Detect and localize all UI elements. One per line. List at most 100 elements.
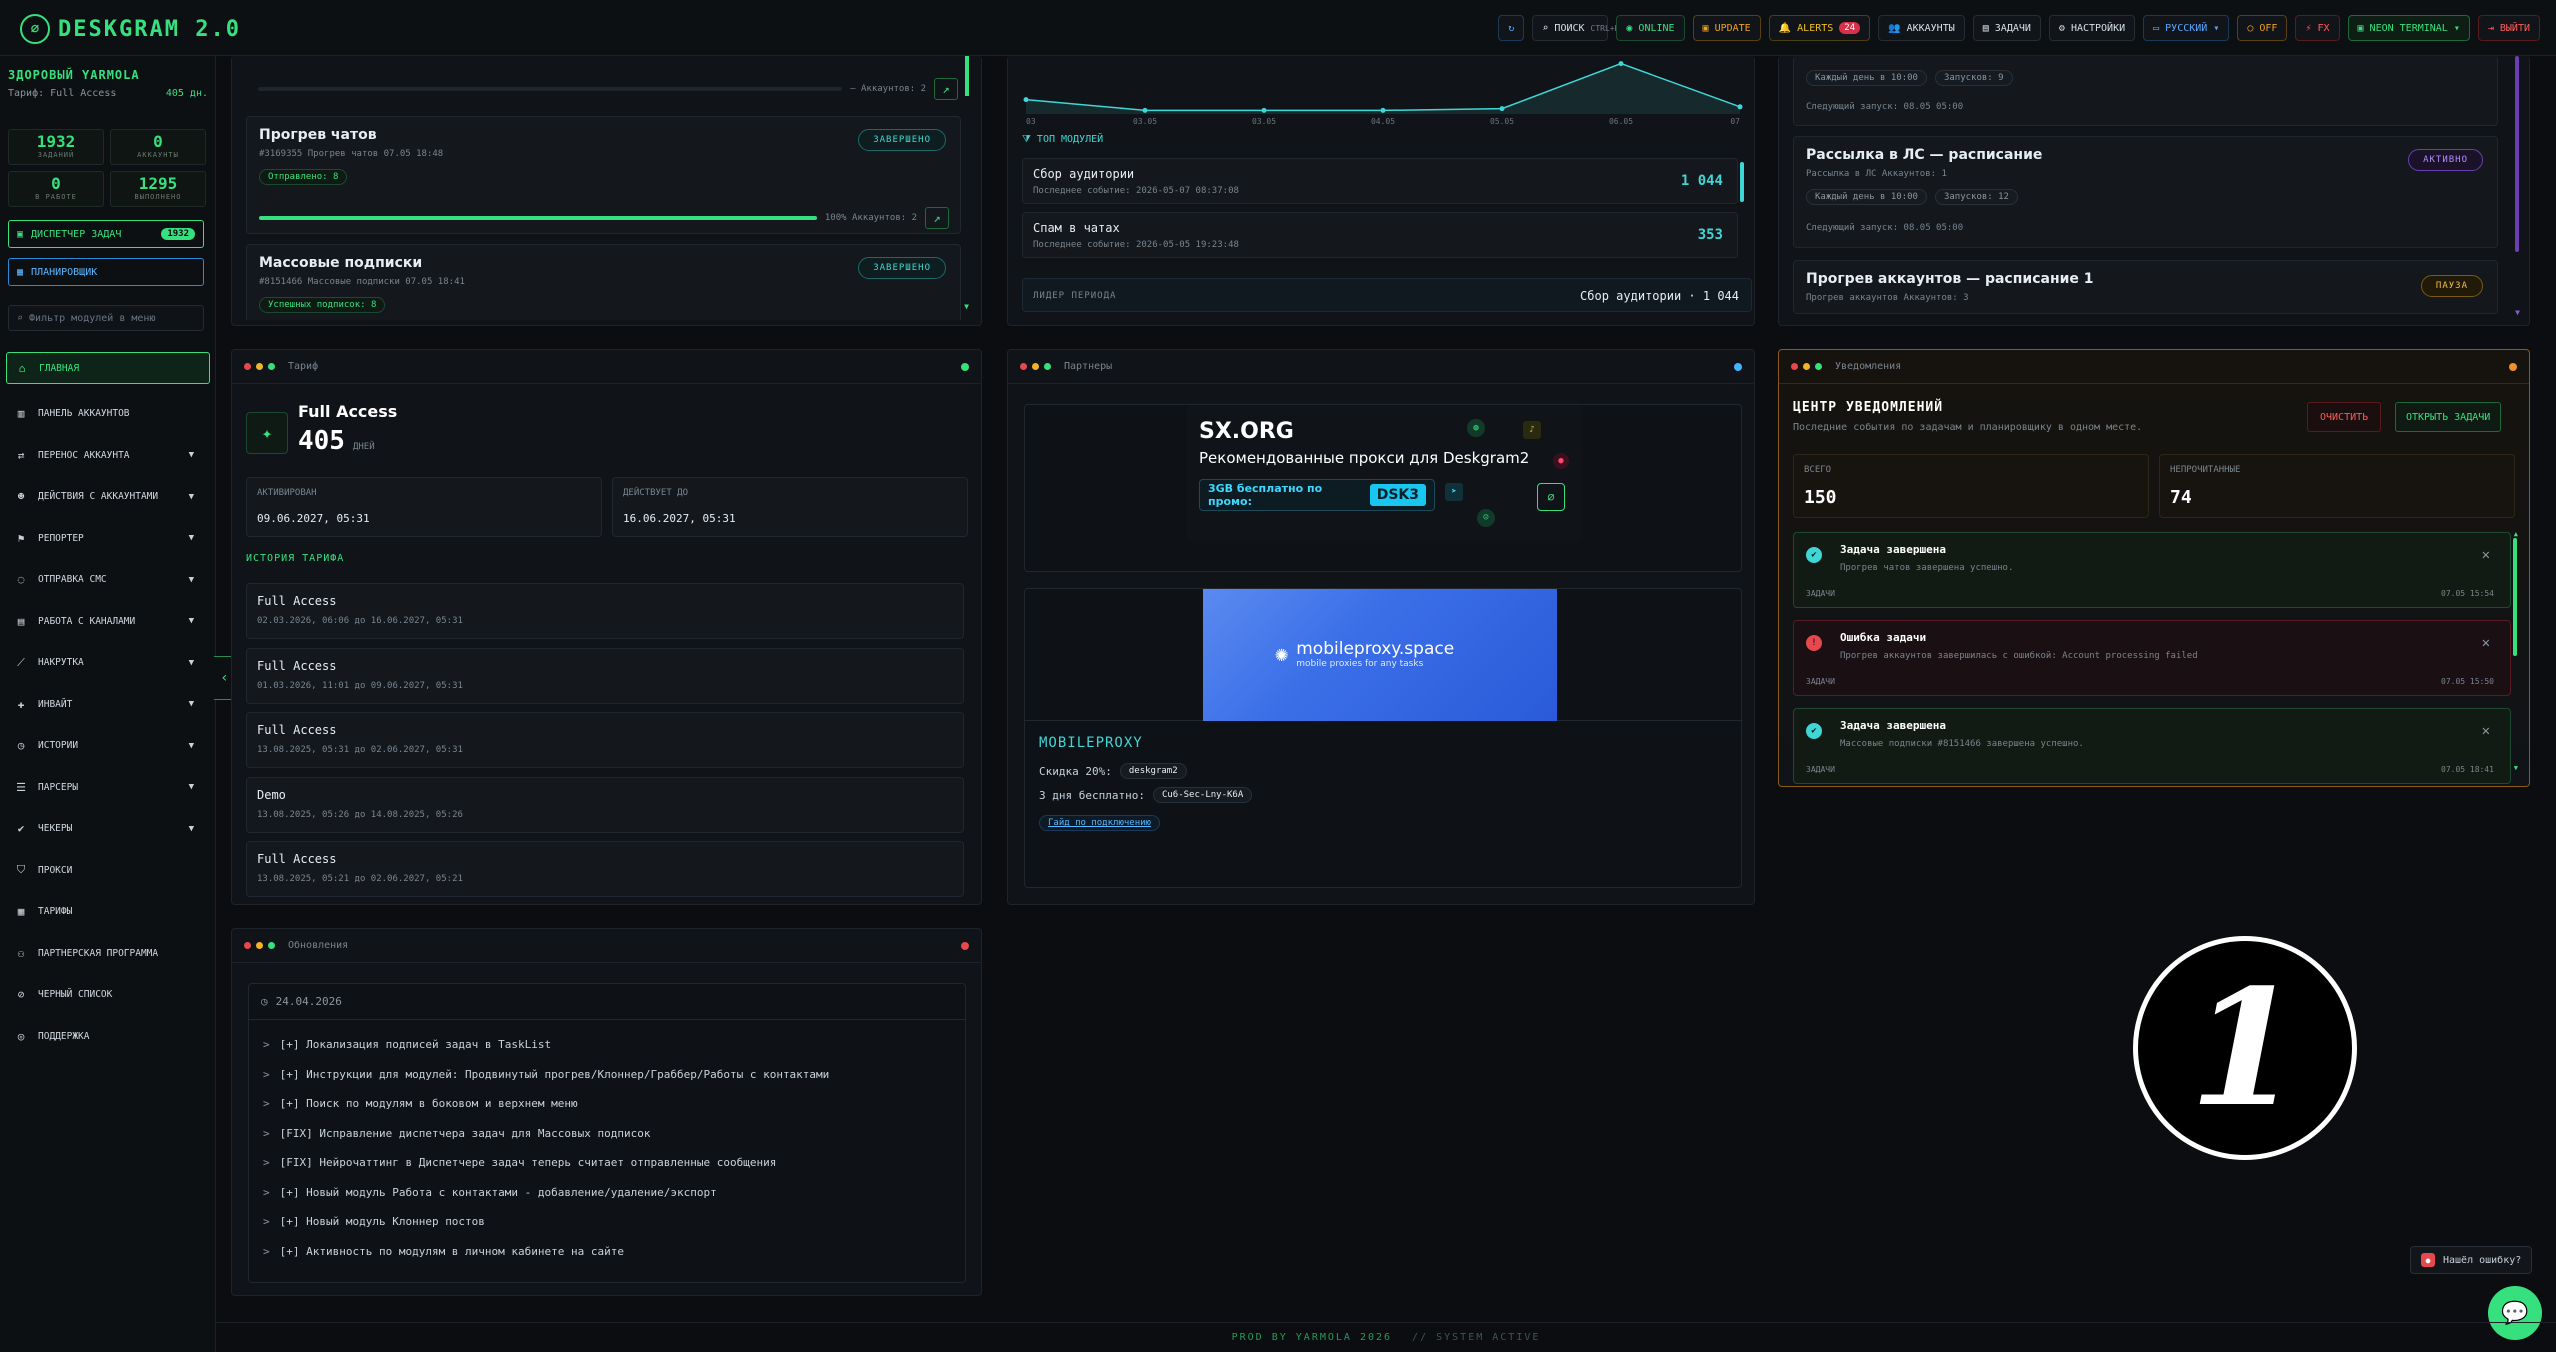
sidebar-item-14[interactable]: ▦ ТАРИФЫ (0, 891, 216, 933)
sidebar-item-7[interactable]: ▤ РАБОТА С КАНАЛАМИ ▼ (0, 601, 216, 643)
close-icon[interactable]: ✕ (2482, 635, 2490, 651)
scrollbar-thumb[interactable] (965, 56, 969, 96)
panel-title: Уведомления (1835, 361, 1902, 372)
chart-x-tick: 03.05 (1252, 117, 1276, 126)
clipboard-icon: ▤ (1982, 22, 1989, 34)
schedule-card[interactable]: Прогрев аккаунтов — расписание 1 Прогрев… (1793, 260, 2498, 314)
footer-credit: PROD BY YARMOLA 2026 (1231, 1332, 1393, 1343)
sidebar-item-3[interactable]: ⇄ ПЕРЕНОС АККАУНТА ▼ (0, 435, 216, 477)
brand-logo-icon: ⌀ (20, 14, 50, 44)
free-code[interactable]: Cu6-Sec-Lny-K6A (1152, 787, 1253, 803)
sidebar-item-label: ЧЕКЕРЫ (38, 823, 73, 835)
sidebar-item-13[interactable]: ⛉ ПРОКСИ (0, 850, 216, 892)
clear-notifications-button[interactable]: ОЧИСТИТЬ (2307, 402, 2382, 432)
chevron-down-icon[interactable]: ▼ (189, 741, 194, 751)
notification-time: 07.05 15:54 (2441, 589, 2494, 598)
mobileproxy-banner[interactable]: ✺ mobileproxy.space mobile proxies for a… (1203, 589, 1557, 721)
sx-logo: SX.ORG (1199, 419, 1294, 444)
status-dot (2509, 362, 2517, 371)
close-icon[interactable]: ✕ (2482, 547, 2490, 563)
task-card[interactable]: Прогрев чатов #3169355 Прогрев чатов 07.… (246, 116, 961, 234)
sx-partner-card[interactable]: SX.ORG Рекомендованные прокси для Deskgr… (1024, 404, 1742, 572)
notifications-title: ЦЕНТР УВЕДОМЛЕНИЙ (1793, 400, 1944, 415)
settings-button[interactable]: ⚙ НАСТРОЙКИ (2048, 15, 2136, 41)
open-task-button[interactable]: ↗ (934, 78, 958, 100)
dot-yellow (256, 363, 263, 370)
chevron-down-icon[interactable]: ▼ (189, 658, 194, 668)
sidebar-item-8[interactable]: ⟋ НАКРУТКА ▼ (0, 642, 216, 684)
mobileproxy-name: MOBILEPROXY (1039, 735, 1143, 751)
chevron-down-icon[interactable]: ▼ (189, 533, 194, 543)
sidebar-item-2[interactable]: ▥ ПАНЕЛЬ АККАУНТОВ (0, 393, 216, 435)
sidebar-item-16[interactable]: ⊘ ЧЕРНЫЙ СПИСОК (0, 974, 216, 1016)
task-dispatcher-button[interactable]: ▣ ДИСПЕТЧЕР ЗАДАЧ 1932 (8, 220, 204, 248)
check-icon: ✔ (17, 822, 25, 836)
task-card[interactable]: Массовые подписки #8151466 Массовые подп… (246, 244, 961, 320)
online-status[interactable]: ◉ ONLINE (1616, 15, 1685, 41)
footer: PROD BY YARMOLA 2026 // SYSTEM ACTIVE (216, 1322, 2556, 1352)
status-badge: ЗАВЕРШЕНО (858, 129, 946, 151)
brand[interactable]: ⌀ DESKGRAM 2.0 (20, 14, 241, 44)
chevron-down-icon[interactable]: ▼ (189, 782, 194, 792)
discount-code[interactable]: deskgram2 (1119, 763, 1187, 779)
accounts-button[interactable]: 👥 АККАУНТЫ (1878, 15, 1965, 41)
chevron-down-icon[interactable]: ▼ (189, 824, 194, 834)
partner-icon: ⚇ (17, 946, 25, 960)
update-button[interactable]: ▣ UPDATE (1692, 15, 1761, 41)
chevron-down-icon[interactable]: ▼ (189, 575, 194, 585)
bug-report-button[interactable]: ● Нашёл ошибку? (2410, 1246, 2533, 1274)
notification-item[interactable]: ! Ошибка задачи Прогрев аккаунтов завершил… (1793, 620, 2511, 696)
scrollbar-thumb[interactable] (2515, 56, 2519, 252)
module-filter-input[interactable]: ⌕ Фильтр модулей в меню (8, 305, 204, 331)
scheduler-button[interactable]: ▦ ПЛАНИРОВЩИК (8, 258, 204, 286)
close-icon[interactable]: ✕ (2482, 723, 2490, 739)
sidebar-item-1[interactable]: ⌂ ГЛАВНАЯ (6, 352, 210, 384)
scroll-down-icon[interactable]: ▼ (2515, 308, 2520, 317)
guide-link[interactable]: Гайд по подключению (1039, 815, 1160, 831)
chevron-down-icon[interactable]: ▼ (189, 616, 194, 626)
tasks-button[interactable]: ▤ ЗАДАЧИ (1972, 15, 2041, 41)
module-row[interactable]: Спам в чатах Последнее событие: 2026-05-… (1022, 212, 1738, 258)
chat-bubble-icon: ◍ (1467, 419, 1485, 437)
open-task-button[interactable]: ↗ (925, 207, 949, 229)
open-tasks-button[interactable]: ОТКРЫТЬ ЗАДАЧИ (2395, 402, 2502, 432)
scroll-up-icon[interactable]: ▲ (2514, 530, 2518, 538)
off-toggle[interactable]: ○ OFF (2237, 15, 2288, 41)
prompt-icon: > (263, 1185, 270, 1199)
scroll-down-icon[interactable]: ▼ (964, 302, 969, 311)
notification-item[interactable]: ✔ Задача завершена Массовые подписки #8151… (1793, 708, 2511, 784)
sidebar-item-label: ДЕЙСТВИЯ С АККАУНТАМИ (38, 491, 159, 503)
notification-item[interactable]: ✔ Задача завершена Прогрев чатов завершена… (1793, 532, 2511, 608)
sidebar-item-15[interactable]: ⚇ ПАРТНЕРСКАЯ ПРОГРАММА (0, 933, 216, 975)
chevron-down-icon[interactable]: ▼ (189, 492, 194, 502)
sidebar-item-6[interactable]: ◌ ОТПРАВКА СМС ▼ (0, 559, 216, 601)
scrollbar-thumb[interactable] (1740, 162, 1744, 202)
scroll-down-icon[interactable]: ▼ (2514, 764, 2518, 772)
sx-banner[interactable]: SX.ORG Рекомендованные прокси для Deskgr… (1187, 405, 1583, 541)
theme-select[interactable]: ▣ NEON TERMINAL ▾ (2347, 15, 2470, 41)
sidebar-item-5[interactable]: ⚑ РЕПОРТЕР ▼ (0, 518, 216, 560)
sidebar-item-11[interactable]: ☰ ПАРСЕРЫ ▼ (0, 767, 216, 809)
tariff-history-row: Full Access 13.08.2025, 05:21 до 02.06.20… (246, 841, 964, 897)
fx-toggle[interactable]: ⚡ FX (2295, 15, 2340, 41)
sidebar-item-4[interactable]: ☻ ДЕЙСТВИЯ С АККАУНТАМИ ▼ (0, 476, 216, 518)
alerts-button[interactable]: 🔔 ALERTS 24 (1768, 15, 1871, 41)
chevron-down-icon[interactable]: ▼ (189, 450, 194, 460)
logout-button[interactable]: ⇥ ВЫЙТИ (2477, 15, 2540, 41)
schedule-card[interactable]: Рассылка в ЛС — расписание Рассылка в ЛС… (1793, 136, 2498, 248)
refresh-button[interactable]: ↻ (1498, 15, 1525, 41)
mobileproxy-partner-card[interactable]: ✺ mobileproxy.space mobile proxies for a… (1024, 588, 1742, 888)
sidebar-item-9[interactable]: ✚ ИНВАЙТ ▼ (0, 684, 216, 726)
module-row[interactable]: Сбор аудитории Последнее событие: 2026-0… (1022, 158, 1738, 204)
scrollbar-thumb[interactable] (2513, 538, 2517, 656)
language-select[interactable]: ▭ РУССКИЙ ▾ (2143, 15, 2230, 41)
brand-name: DESKGRAM 2.0 (58, 16, 241, 42)
chevron-down-icon[interactable]: ▼ (189, 699, 194, 709)
total-value: 150 (1804, 487, 1837, 508)
search-button[interactable]: ⌕ ПОИСК CTRL+K (1532, 15, 1619, 41)
sidebar-item-17[interactable]: ◎ ПОДДЕРЖКА (0, 1016, 216, 1058)
overlay-number-badge: 1 (2133, 936, 2357, 1160)
sidebar-item-12[interactable]: ✔ ЧЕКЕРЫ ▼ (0, 808, 216, 850)
sidebar-item-10[interactable]: ◷ ИСТОРИИ ▼ (0, 725, 216, 767)
schedule-card[interactable]: Каждый день в 10:00 Запусков: 9 Следующий… (1793, 56, 2498, 126)
